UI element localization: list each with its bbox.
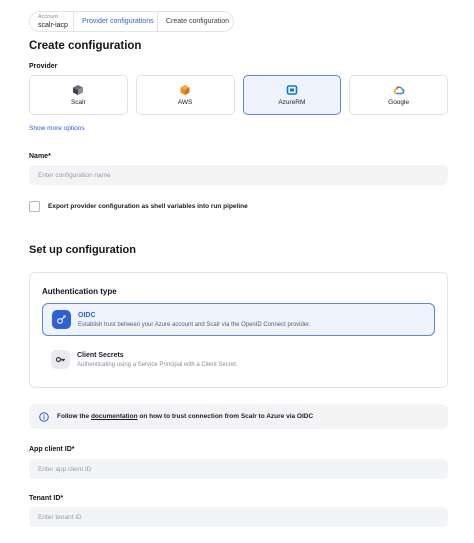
- export-checkbox-label[interactable]: Export provider configuration as shell v…: [48, 203, 248, 210]
- breadcrumb-account[interactable]: Account scalr-iacp: [30, 12, 74, 31]
- breadcrumb-provider-configurations[interactable]: Provider configurations: [74, 12, 158, 31]
- provider-name: AWS: [177, 99, 193, 106]
- provider-option-aws[interactable]: AWS: [135, 75, 235, 115]
- azure-icon: [286, 85, 298, 95]
- app-client-id-input[interactable]: [29, 459, 448, 479]
- info-prefix: Follow the: [57, 413, 91, 420]
- provider-name: Scalr: [70, 99, 86, 106]
- auth-option-name: OIDC: [78, 311, 96, 319]
- provider-label: Provider: [29, 63, 58, 70]
- provider-selector: Scalr AWS AzureRM Google: [29, 75, 448, 115]
- tenant-id-input[interactable]: [29, 507, 448, 527]
- setup-section-title: Set up configuration: [29, 244, 136, 256]
- page-title: Create configuration: [29, 40, 142, 52]
- auth-option-name: Client Secrets: [77, 351, 124, 359]
- show-more-options-link[interactable]: Show more options: [29, 125, 85, 132]
- provider-option-scalr[interactable]: Scalr: [29, 75, 128, 115]
- breadcrumb: Account scalr-iacp Provider configuratio…: [29, 11, 234, 32]
- auth-option-description: Authenticating using a Service Principal…: [77, 361, 238, 368]
- documentation-link[interactable]: documentation: [91, 413, 138, 420]
- breadcrumb-current: Create configuration: [166, 18, 230, 25]
- breadcrumb-account-caption: Account: [38, 13, 58, 20]
- auth-option-oidc[interactable]: OIDC Establish trust between your Azure …: [42, 303, 435, 336]
- provider-option-google[interactable]: Google: [349, 75, 448, 115]
- export-option: Export provider configuration as shell v…: [29, 201, 248, 212]
- provider-name: AzureRM: [278, 99, 306, 106]
- export-checkbox[interactable]: [29, 201, 40, 212]
- info-banner: Follow the documentation on how to trust…: [29, 404, 448, 429]
- breadcrumb-account-value: scalr-iacp: [38, 21, 68, 29]
- info-icon: [39, 411, 49, 422]
- tenant-id-label: Tenant ID*: [29, 495, 64, 502]
- provider-option-azurerm[interactable]: AzureRM: [242, 75, 342, 115]
- name-label: Name*: [29, 153, 51, 160]
- provider-name: Google: [388, 99, 410, 106]
- info-suffix: on how to trust connection from Scalr to…: [137, 413, 314, 420]
- aws-icon: [180, 85, 190, 95]
- google-cloud-icon: [393, 86, 404, 95]
- scalr-icon: [73, 85, 84, 95]
- authentication-type-label: Authentication type: [42, 287, 117, 296]
- info-text: Follow the documentation on how to trust…: [57, 413, 313, 420]
- key-icon: [51, 350, 70, 369]
- app-client-id-label: App client ID*: [29, 446, 75, 453]
- authentication-card: Authentication type OIDC Establish trust…: [29, 272, 448, 388]
- oidc-icon: [52, 310, 71, 329]
- name-input[interactable]: [29, 165, 448, 185]
- auth-option-client-secrets[interactable]: Client Secrets Authenticating using a Se…: [42, 343, 435, 376]
- auth-option-description: Establish trust between your Azure accou…: [78, 321, 311, 328]
